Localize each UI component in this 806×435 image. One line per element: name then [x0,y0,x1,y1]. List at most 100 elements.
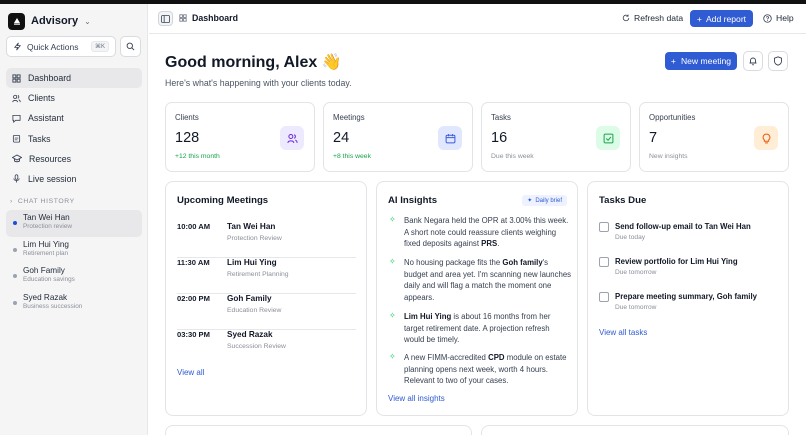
nav-item-resources[interactable]: Resources [6,149,142,169]
insight-item: ✧ Lim Hui Ying is about 16 months from h… [389,311,569,347]
nav-item-assistant[interactable]: Assistant [6,108,142,128]
help-circle-icon [763,13,772,23]
stat-sub: Due this week [491,153,534,160]
chat-name: Goh Family [23,266,65,275]
stat-sub: New insights [649,153,688,160]
bell-icon [749,57,757,66]
daily-brief-badge: ✦ Daily brief [522,195,567,206]
chat-dot [13,221,17,225]
stat-value: 7 [649,130,658,146]
nav-item-tasks[interactable]: Tasks [6,129,142,149]
meeting-type: Protection Review [227,235,282,242]
grid-icon [12,73,21,83]
check-square-icon [596,126,620,150]
upcoming-meetings-card: Upcoming Meetings 10:00 AM Tan Wei Han P… [165,181,367,416]
add-report-label: Add report [705,13,747,24]
chat-topic: Business succession [23,302,83,310]
chevron-right-icon: › [10,198,13,205]
workspace-switcher[interactable]: Advisory ⌄ [8,12,91,30]
insight-text: Lim Hui Ying is about 16 months from her… [404,312,551,345]
add-report-button[interactable]: + Add report [690,10,753,27]
sparkle-icon: ✧ [389,352,396,361]
refresh-data-button[interactable]: Refresh data [622,13,683,23]
new-meeting-label: New meeting [680,56,732,66]
nav-item-clients[interactable]: Clients [6,88,142,108]
bottom-card-left [165,425,472,435]
search-icon [126,42,135,51]
stat-value: 24 [333,130,350,146]
search-button[interactable] [120,36,141,57]
stat-card-meetings[interactable]: Meetings 24 +8 this week [323,102,473,172]
task-checkbox[interactable] [599,222,609,232]
view-all-insights-link[interactable]: View all insights [388,394,445,403]
refresh-icon [622,14,630,22]
sparkle-icon: ✧ [389,311,396,320]
meeting-type: Education Review [227,307,282,314]
stat-card-clients[interactable]: Clients 128 +12 this month [165,102,315,172]
chat-dot [13,300,17,305]
graduation-cap-icon [12,154,22,163]
meeting-row[interactable]: 02:00 PM Goh Family Education Review [177,294,356,330]
view-all-meetings-link[interactable]: View all [177,368,204,377]
stat-label: Tasks [491,113,511,122]
chat-history-title: CHAT HISTORY [17,198,75,205]
view-all-tasks-link[interactable]: View all tasks [599,328,647,337]
sidebar-toggle-button[interactable] [158,11,173,26]
chat-history-toggle[interactable]: › CHAT HISTORY [10,198,75,205]
stat-card-tasks[interactable]: Tasks 16 Due this week [481,102,631,172]
meeting-row[interactable]: 11:30 AM Lim Hui Ying Retirement Plannin… [177,258,356,294]
main-nav: Dashboard Clients Assistant Tasks Resour… [6,68,142,189]
users-icon [280,126,304,150]
chat-topic: Retirement plan [23,249,69,257]
insight-text: No housing package fits the Goh family's… [404,258,572,302]
meeting-type: Retirement Planning [227,271,289,278]
task-checkbox[interactable] [599,292,609,302]
chat-history-item[interactable]: Goh Family Education savings [6,263,142,290]
chat-name: Lim Hui Ying [23,239,69,249]
shield-icon [774,56,782,66]
stat-card-opportunities[interactable]: Opportunities 7 New insights [639,102,789,172]
app-logo-icon [8,12,25,30]
meeting-row[interactable]: 10:00 AM Tan Wei Han Protection Review [177,222,356,258]
sidebar-panel-icon [161,14,170,23]
sparkle-icon: ✧ [389,257,396,266]
chevron-down-icon: ⌄ [84,16,91,26]
insight-item: ✧ Bank Negara held the OPR at 3.00% this… [389,215,569,251]
chat-name: Tan Wei Han [23,213,70,222]
chat-dot [13,274,17,278]
clipboard-icon [12,135,21,143]
task-checkbox[interactable] [599,257,609,267]
nav-label: Dashboard [28,73,72,83]
nav-item-live-session[interactable]: Live session [6,169,142,189]
grid-icon [179,14,187,22]
chat-topic: Education savings [23,276,75,283]
nav-label: Tasks [28,133,51,144]
chat-icon [12,114,21,123]
chat-topic: Protection review [23,223,73,230]
chat-history-list: Tan Wei Han Protection review Lim Hui Yi… [6,210,142,316]
meeting-row[interactable]: 03:30 PM Syed Razak Succession Review [177,330,356,366]
breadcrumb-current: Dashboard [192,13,238,23]
meeting-time: 02:00 PM [177,294,210,303]
task-due: Due tomorrow [615,304,657,311]
notifications-button[interactable] [743,51,763,71]
bottom-card-right [481,425,789,435]
help-button[interactable]: Help [763,13,794,23]
chat-history-item[interactable]: Lim Hui Ying Retirement plan [6,237,142,264]
stat-label: Opportunities [649,113,696,122]
new-meeting-button[interactable]: + New meeting [665,52,737,70]
quick-actions-button[interactable]: Quick Actions ⌘K [6,36,116,57]
sidebar: Advisory ⌄ Quick Actions ⌘K Dashboard Cl… [0,4,148,435]
stat-sub: +8 this week [333,153,371,160]
meeting-client: Syed Razak [227,330,273,339]
tasks-due-card: Tasks Due Send follow-up email to Tan We… [587,181,789,416]
chat-history-item[interactable]: Tan Wei Han Protection review [6,210,142,237]
help-label: Help [776,13,794,23]
refresh-label: Refresh data [634,13,684,23]
chat-dot [13,247,17,252]
nav-item-dashboard[interactable]: Dashboard [6,68,142,88]
security-button[interactable] [768,51,788,71]
task-name: Review portfolio for Lim Hui Ying [615,257,738,266]
chat-history-item[interactable]: Syed Razak Business succession [6,290,142,317]
lightning-icon [13,42,22,51]
